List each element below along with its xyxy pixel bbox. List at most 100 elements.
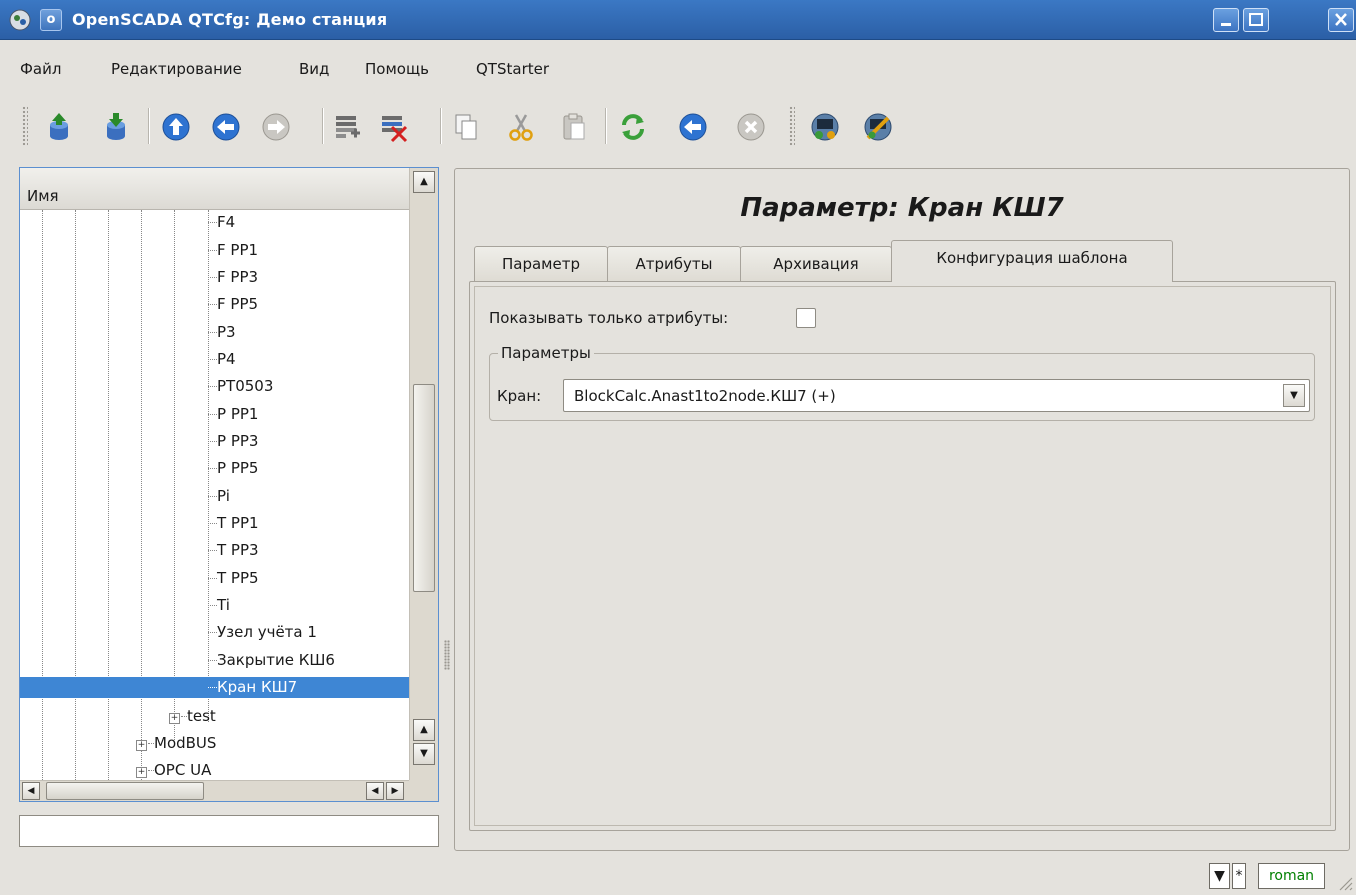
toolbar-separator <box>148 108 150 144</box>
statusbar-menu-button[interactable]: ▼ <box>1209 863 1230 889</box>
scroll-up-icon[interactable]: ▲ <box>413 171 435 193</box>
tree-item-label: P PP1 <box>217 405 259 423</box>
scroll-down-icon[interactable]: ▼ <box>413 743 435 765</box>
station-icon[interactable] <box>809 111 841 143</box>
db-save-icon[interactable] <box>100 111 132 143</box>
paste-icon[interactable] <box>558 111 590 143</box>
menu-qtstarter[interactable]: QTStarter <box>476 60 549 78</box>
toolbar-separator <box>440 108 442 144</box>
template-select-value: BlockCalc.Anast1to2node.КШ7 (+) <box>574 387 836 405</box>
tree-item-label: PT0503 <box>217 377 274 395</box>
close-button[interactable] <box>1328 8 1354 32</box>
tree-item[interactable]: PT0503 <box>208 376 273 397</box>
tree-item[interactable]: Закрытие КШ6 <box>208 650 335 671</box>
toolbar-grip[interactable] <box>22 106 28 146</box>
page-title: Параметр: Кран КШ7 <box>740 193 1064 223</box>
tree-item[interactable]: F4 <box>208 212 235 233</box>
scroll-right-icon[interactable]: ▶ <box>386 782 404 800</box>
show-attrs-checkbox[interactable] <box>796 308 816 328</box>
scroll-up-icon[interactable]: ▲ <box>413 719 435 741</box>
expand-icon[interactable]: + <box>169 713 180 724</box>
resize-grip-icon[interactable] <box>1336 872 1354 892</box>
openscada-app-icon[interactable] <box>8 8 32 32</box>
tree-node[interactable]: ModBUS <box>148 733 216 754</box>
back-icon[interactable] <box>210 111 242 143</box>
tree-node-label: OPC UA <box>154 761 212 779</box>
tab-template-config[interactable]: Конфигурация шаблона <box>891 240 1173 282</box>
window-title: OpenSCADA QTCfg: Демо станция <box>72 10 388 29</box>
template-select[interactable]: BlockCalc.Anast1to2node.КШ7 (+) ▼ <box>563 379 1310 412</box>
up-icon[interactable] <box>160 111 192 143</box>
show-attrs-label: Показывать только атрибуты: <box>489 309 729 327</box>
tree-item-selected[interactable]: Кран КШ7 <box>20 677 409 698</box>
tree-item-label: P PP3 <box>217 432 259 450</box>
tree-item[interactable]: T PP3 <box>208 540 259 561</box>
tree-item-label: T PP5 <box>217 569 259 587</box>
tree-item[interactable]: P PP1 <box>208 404 258 425</box>
user-badge[interactable]: roman <box>1258 863 1325 889</box>
tab-parameter[interactable]: Параметр <box>474 246 608 282</box>
scroll-corner <box>409 780 438 801</box>
tree-node-label: test <box>187 707 216 725</box>
tree-item[interactable]: T PP5 <box>208 568 259 589</box>
maximize-button[interactable] <box>1243 8 1269 32</box>
forward-icon[interactable] <box>260 111 292 143</box>
tree-item-label: Кран КШ7 <box>217 678 298 696</box>
menu-edit[interactable]: Редактирование <box>111 60 242 78</box>
window-menu-button[interactable]: o <box>40 9 62 31</box>
tree-node[interactable]: test <box>181 706 216 727</box>
tree-item[interactable]: P PP5 <box>208 458 258 479</box>
tab-attributes[interactable]: Атрибуты <box>607 246 741 282</box>
stop-icon[interactable] <box>735 111 767 143</box>
tree-item-label: P4 <box>217 350 236 368</box>
menu-help[interactable]: Помощь <box>365 60 429 78</box>
tree-item[interactable]: F PP5 <box>208 294 258 315</box>
menu-view[interactable]: Вид <box>299 60 329 78</box>
toolbar-separator <box>605 108 607 144</box>
copy-icon[interactable] <box>450 111 482 143</box>
tree-header[interactable]: Имя <box>20 168 409 210</box>
add-item-icon[interactable] <box>331 111 363 143</box>
tree-item-label: F PP1 <box>217 241 259 259</box>
expand-icon[interactable]: + <box>136 740 147 751</box>
start-icon[interactable] <box>677 111 709 143</box>
tree-item[interactable]: P3 <box>208 322 236 343</box>
scroll-thumb[interactable] <box>46 782 204 800</box>
refresh-icon[interactable] <box>617 111 649 143</box>
tree-item[interactable]: P4 <box>208 349 236 370</box>
station-config-icon[interactable] <box>862 111 894 143</box>
db-load-icon[interactable] <box>43 111 75 143</box>
tree-item[interactable]: Узел учёта 1 <box>208 622 317 643</box>
scroll-left-icon[interactable]: ◀ <box>366 782 384 800</box>
tree-item-label: T PP3 <box>217 541 259 559</box>
chevron-down-icon[interactable]: ▼ <box>1283 384 1305 407</box>
minimize-button[interactable] <box>1213 8 1239 32</box>
tree-item[interactable]: F PP3 <box>208 267 258 288</box>
scroll-left-icon[interactable]: ◀ <box>22 782 40 800</box>
status-input[interactable] <box>19 815 439 847</box>
cut-icon[interactable] <box>505 111 537 143</box>
params-group-title: Параметры <box>498 344 594 362</box>
toolbar-separator <box>322 108 324 144</box>
tree-horizontal-scrollbar[interactable]: ◀ ◀ ▶ <box>20 780 409 801</box>
tree-item[interactable]: F PP1 <box>208 240 258 261</box>
delete-item-icon[interactable] <box>378 111 410 143</box>
tab-archiving[interactable]: Архивация <box>740 246 892 282</box>
pane-splitter[interactable] <box>444 170 450 850</box>
tree-item[interactable]: P PP3 <box>208 431 258 452</box>
tree-item[interactable]: Pi <box>208 486 230 507</box>
tree-item-label: F PP5 <box>217 295 259 313</box>
tree-item[interactable]: Ti <box>208 595 230 616</box>
navigation-tree[interactable]: Имя F4 F PP1 F PP3 F PP5 P3 P4 PT0503 P … <box>19 167 439 802</box>
scroll-thumb[interactable] <box>413 384 435 592</box>
tree-item[interactable]: T PP1 <box>208 513 259 534</box>
tree-item-label: Закрытие КШ6 <box>217 651 335 669</box>
tree-node[interactable]: OPC UA <box>148 760 211 781</box>
expand-icon[interactable]: + <box>136 767 147 778</box>
tree-vertical-scrollbar[interactable]: ▲ ▲ ▼ <box>409 168 438 780</box>
tree-item-label: T PP1 <box>217 514 259 532</box>
tree-column-name: Имя <box>27 187 59 205</box>
toolbar-grip[interactable] <box>789 106 795 146</box>
menu-file[interactable]: Файл <box>20 60 61 78</box>
splitter-grip[interactable] <box>444 640 450 670</box>
